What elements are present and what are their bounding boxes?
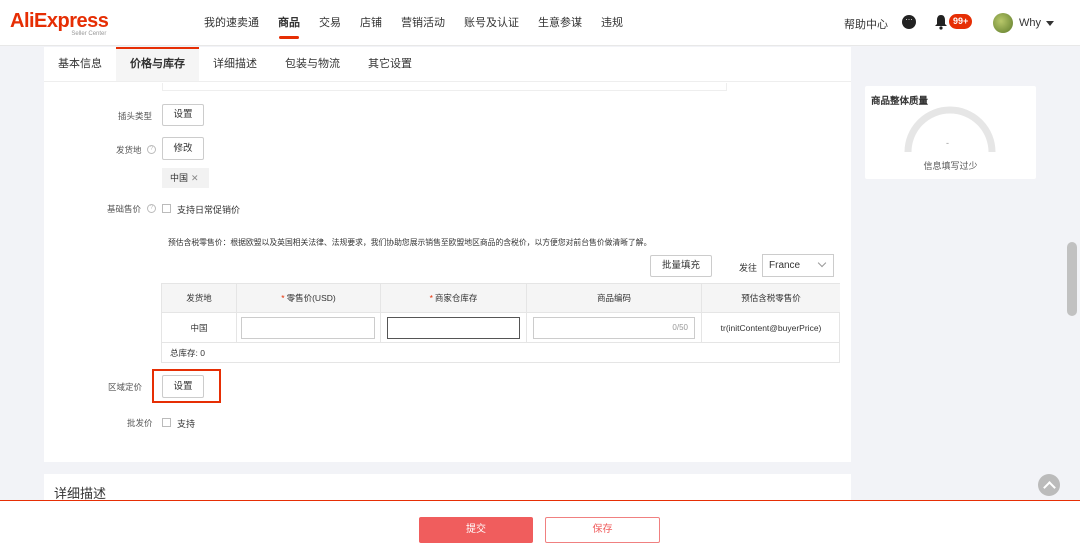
tax-price-note: 预估含税零售价：根据欧盟以及英国相关法律、法规要求，我们协助您展示销售至欧盟地区…: [168, 238, 652, 247]
highlight-box: [152, 369, 221, 403]
main-nav: 我的速卖通 商品 交易 店铺 营销活动 账号及认证 生意参谋 违规: [204, 0, 642, 46]
user-name[interactable]: Why: [1019, 17, 1041, 29]
aliexpress-logo[interactable]: AliExpress Seller Center: [10, 10, 109, 37]
plug-type-set-button[interactable]: 设置: [162, 104, 204, 126]
retail-price-input[interactable]: [241, 317, 375, 339]
wholesale-checkbox[interactable]: [162, 418, 171, 427]
tab-description[interactable]: 详细描述: [199, 47, 271, 81]
base-price-label: 基础售价: [107, 204, 142, 214]
close-icon[interactable]: ✕: [191, 173, 199, 183]
sku-code-counter: 0/50: [672, 323, 688, 332]
table-header-retail-price-label: 零售价(USD): [286, 293, 336, 303]
chevron-down-icon: [817, 258, 827, 268]
sku-price-table: 发货地 * 零售价(USD) * 商家仓库存 商品编码 预估含税零售价 中国 0/5…: [161, 283, 840, 363]
avatar[interactable]: [993, 13, 1013, 33]
required-icon: *: [281, 293, 285, 303]
table-header-stock-label: 商家仓库存: [434, 293, 478, 303]
nav-item-violations[interactable]: 违规: [601, 0, 623, 46]
help-icon[interactable]: ?: [147, 204, 156, 213]
quality-status: 信息填写过少: [923, 161, 978, 171]
wholesale-checkbox-label: 支持: [177, 419, 196, 429]
tab-other-settings[interactable]: 其它设置: [354, 47, 426, 81]
plug-type-label: 插头类型: [118, 111, 153, 121]
nav-item-account[interactable]: 账号及认证: [464, 0, 519, 46]
submit-button[interactable]: 提交: [419, 517, 533, 543]
nav-item-orders[interactable]: 交易: [319, 0, 341, 46]
daily-promo-checkbox-label: 支持日常促销价: [177, 205, 241, 215]
table-header-origin: 发货地: [162, 284, 237, 313]
ship-from-edit-button[interactable]: 修改: [162, 137, 204, 160]
table-cell-origin: 中国: [162, 313, 237, 343]
ship-from-label: 发货地: [116, 145, 142, 155]
nav-item-my-aliexpress[interactable]: 我的速卖通: [204, 0, 259, 46]
logo-subtitle: Seller Center: [71, 31, 107, 37]
caret-down-icon[interactable]: [1046, 21, 1054, 26]
table-header-sku-code: 商品编码: [527, 284, 702, 313]
quality-panel: 商品整体质量 - 信息填写过少: [865, 86, 1036, 179]
save-button[interactable]: 保存: [545, 517, 660, 543]
batch-fill-button[interactable]: 批量填充: [650, 255, 712, 277]
nav-item-analytics[interactable]: 生意参谋: [538, 0, 582, 46]
product-form-card: 基本信息 价格与库存 详细描述 包装与物流 其它设置 插头类型 设置 发货地 ?…: [44, 47, 851, 462]
quality-gauge: [904, 106, 996, 153]
sku-code-input[interactable]: 0/50: [533, 317, 695, 339]
ship-to-label: 发往: [739, 263, 758, 273]
top-navbar: AliExpress Seller Center 我的速卖通 商品 交易 店铺 …: [0, 0, 1080, 46]
divider: [162, 83, 727, 91]
footer-actions: 提交 保存: [0, 500, 1080, 552]
regional-price-label: 区域定价: [108, 382, 143, 392]
scrollbar-thumb[interactable]: [1067, 242, 1077, 316]
nav-item-store[interactable]: 店铺: [360, 0, 382, 46]
help-center-link[interactable]: 帮助中心: [844, 16, 888, 32]
stock-input[interactable]: [387, 317, 520, 339]
message-icon[interactable]: [902, 13, 916, 29]
logo-brand: AliExpress: [10, 10, 109, 32]
table-header-retail-price: * 零售价(USD): [237, 284, 381, 313]
table-header-stock: * 商家仓库存: [381, 284, 527, 313]
wholesale-label: 批发价: [127, 418, 153, 428]
total-stock: 总库存: 0: [170, 348, 205, 358]
ship-to-select[interactable]: France: [762, 254, 834, 277]
bell-icon[interactable]: [934, 14, 948, 30]
help-icon[interactable]: ?: [147, 145, 156, 154]
tab-packaging-logistics[interactable]: 包装与物流: [271, 47, 354, 81]
table-header-estimated-price: 预估含税零售价: [702, 284, 840, 313]
ship-from-tag-label: 中国: [170, 173, 189, 183]
tab-price-inventory[interactable]: 价格与库存: [116, 47, 199, 81]
table-cell-estimated-price: tr(initContent@buyerPrice): [702, 313, 840, 343]
quality-title: 商品整体质量: [871, 96, 929, 107]
daily-promo-checkbox[interactable]: [162, 204, 171, 213]
ship-from-tag: 中国 ✕: [162, 168, 209, 188]
nav-item-marketing[interactable]: 营销活动: [401, 0, 445, 46]
nav-item-products[interactable]: 商品: [278, 0, 300, 46]
required-icon: *: [429, 293, 433, 303]
tab-basic-info[interactable]: 基本信息: [44, 47, 116, 81]
ship-to-value: France: [769, 260, 801, 271]
form-tabs: 基本信息 价格与库存 详细描述 包装与物流 其它设置: [44, 47, 851, 82]
back-to-top-icon[interactable]: [1038, 474, 1060, 496]
quality-score: -: [946, 138, 949, 148]
notification-badge: 99+: [949, 14, 973, 29]
